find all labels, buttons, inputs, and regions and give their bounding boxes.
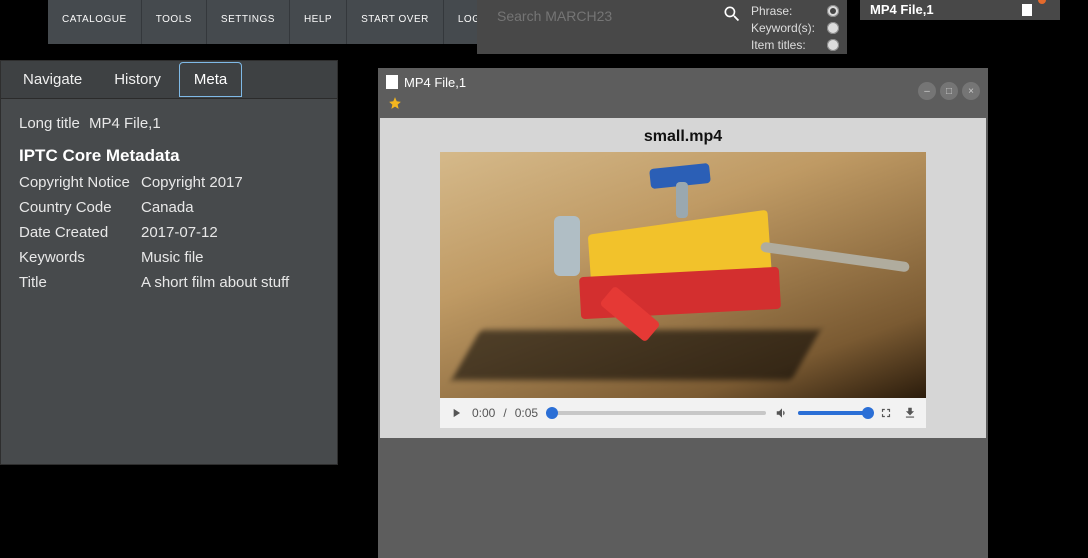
viewer-titlebar: MP4 File,1 (378, 68, 988, 96)
window-minimize-button[interactable]: – (918, 82, 936, 100)
search-input[interactable] (477, 0, 717, 54)
thumb-pin-icon (1038, 0, 1046, 4)
lego-rod (760, 242, 910, 273)
meta-row: Date Created 2017-07-12 (19, 224, 319, 241)
long-title-value: MP4 File,1 (89, 115, 319, 132)
video-box: small.mp4 0:00 / 0:05 (380, 118, 986, 438)
meta-key: Copyright Notice (19, 174, 141, 191)
lego-gray (554, 216, 580, 276)
volume-knob[interactable] (862, 407, 874, 419)
time-current: 0:00 (472, 406, 495, 420)
opt-itemtitles-radio[interactable] (827, 39, 839, 51)
search-area: Phrase: Keyword(s): Item titles: (477, 0, 847, 54)
mute-button[interactable] (774, 405, 790, 421)
meta-value: 2017-07-12 (141, 224, 319, 241)
opt-itemtitles-label: Item titles: (751, 38, 806, 52)
top-bar: CATALOGUE TOOLS SETTINGS HELP START OVER… (0, 0, 1088, 54)
iptc-heading: IPTC Core Metadata (19, 146, 319, 166)
tab-navigate[interactable]: Navigate (9, 63, 96, 96)
progress-knob[interactable] (546, 407, 558, 419)
window-buttons: – □ × (918, 82, 980, 100)
lego-axle (676, 182, 688, 218)
meta-value: Music file (141, 249, 319, 266)
meta-row: Copyright Notice Copyright 2017 (19, 174, 319, 191)
time-total: 0:05 (515, 406, 538, 420)
video-controls: 0:00 / 0:05 (440, 398, 926, 428)
play-icon (449, 406, 463, 420)
meta-value: Canada (141, 199, 319, 216)
favorite-row (378, 96, 988, 114)
meta-key: Title (19, 274, 141, 291)
speaker-icon (775, 406, 789, 420)
thumb-strip-item[interactable]: MP4 File,1 (860, 0, 1060, 20)
nav-start-over[interactable]: START OVER (347, 0, 444, 44)
sidebar-tabs: Navigate History Meta (1, 61, 337, 99)
nav-tools[interactable]: TOOLS (142, 0, 207, 44)
play-button[interactable] (448, 405, 464, 421)
sidebar-panel: Navigate History Meta Long title MP4 Fil… (0, 60, 338, 465)
document-icon (386, 75, 398, 89)
search-options: Phrase: Keyword(s): Item titles: (747, 0, 847, 54)
viewer-title: MP4 File,1 (404, 75, 466, 90)
progress-slider[interactable] (546, 411, 766, 415)
main-nav: CATALOGUE TOOLS SETTINGS HELP START OVER… (48, 0, 520, 44)
nav-help[interactable]: HELP (290, 0, 347, 44)
search-icon (722, 4, 742, 24)
tab-history[interactable]: History (100, 63, 175, 96)
meta-key: Keywords (19, 249, 141, 266)
thumb-doc-icon (1022, 4, 1032, 16)
time-separator: / (503, 406, 506, 420)
video-filename: small.mp4 (380, 118, 986, 146)
meta-row: Country Code Canada (19, 199, 319, 216)
window-maximize-button[interactable]: □ (940, 82, 958, 100)
download-button[interactable] (902, 405, 918, 421)
meta-value: Copyright 2017 (141, 174, 319, 191)
meta-body: Long title MP4 File,1 IPTC Core Metadata… (1, 99, 337, 315)
fullscreen-button[interactable] (878, 405, 894, 421)
meta-key: Country Code (19, 199, 141, 216)
nav-settings[interactable]: SETTINGS (207, 0, 290, 44)
video-frame[interactable] (440, 152, 926, 398)
window-close-button[interactable]: × (962, 82, 980, 100)
opt-phrase-radio[interactable] (827, 5, 839, 17)
content-area: Navigate History Meta Long title MP4 Fil… (0, 60, 1088, 558)
fullscreen-icon (879, 406, 893, 420)
download-icon (903, 406, 917, 420)
tab-meta[interactable]: Meta (179, 62, 242, 97)
meta-value: A short film about stuff (141, 274, 319, 291)
meta-row: Keywords Music file (19, 249, 319, 266)
opt-keywords-label: Keyword(s): (751, 21, 815, 35)
nav-catalogue[interactable]: CATALOGUE (48, 0, 142, 44)
star-icon[interactable] (388, 96, 402, 110)
viewer-panel: – □ × MP4 File,1 small.mp4 (378, 68, 988, 558)
thumb-title: MP4 File,1 (870, 2, 934, 17)
opt-keywords-radio[interactable] (827, 22, 839, 34)
volume-slider[interactable] (798, 411, 870, 415)
meta-key: Date Created (19, 224, 141, 241)
opt-phrase-label: Phrase: (751, 4, 792, 18)
search-button[interactable] (717, 0, 747, 54)
long-title-label: Long title (19, 115, 89, 132)
meta-row: Title A short film about stuff (19, 274, 319, 291)
